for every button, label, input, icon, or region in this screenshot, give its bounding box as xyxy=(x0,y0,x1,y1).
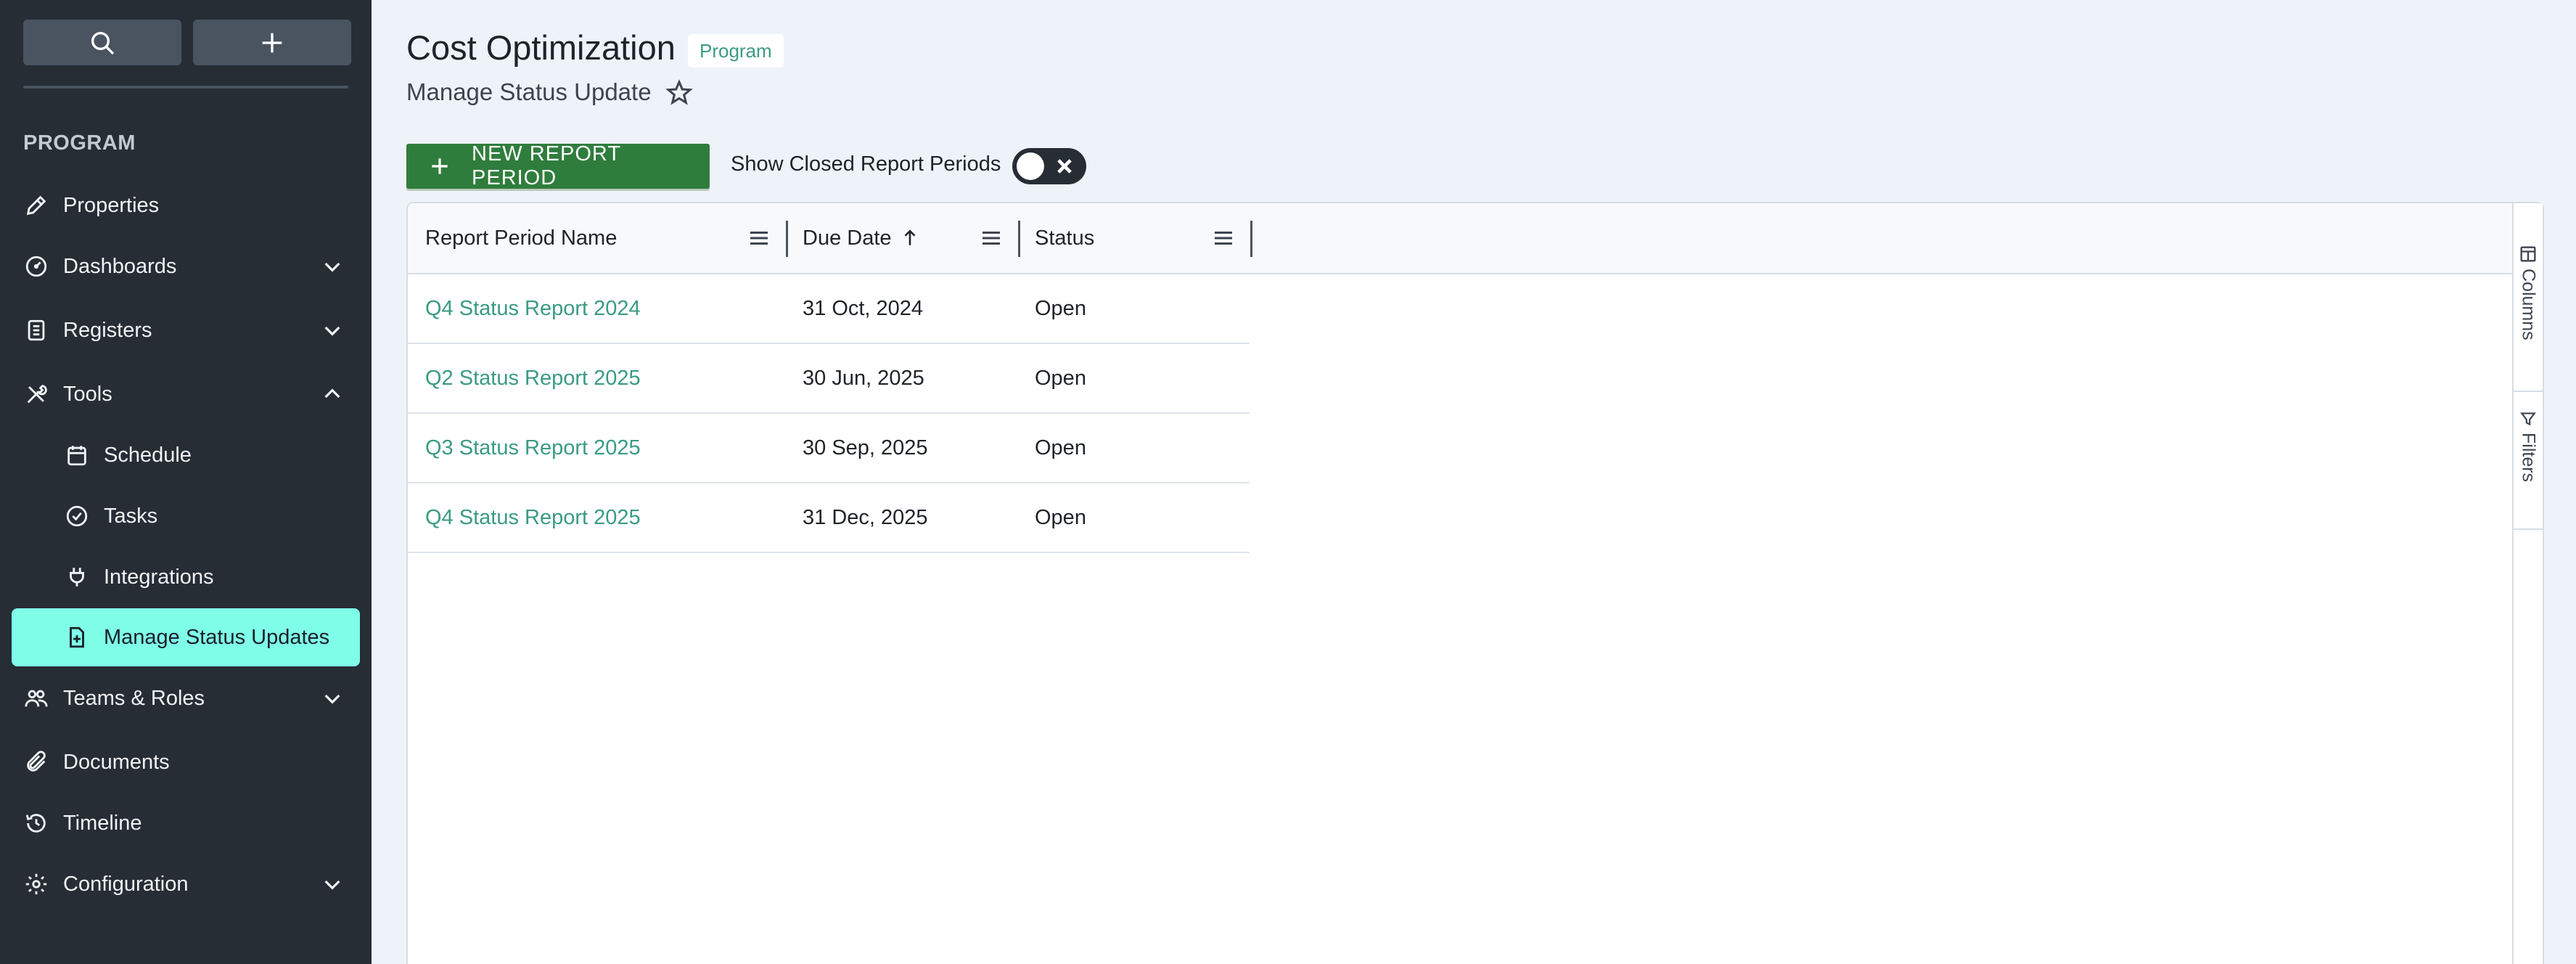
toggle-knob xyxy=(1017,152,1044,180)
pencil-icon xyxy=(23,192,49,218)
team-icon xyxy=(23,685,49,711)
sidebar-item-integrations[interactable]: Integrations xyxy=(12,548,360,606)
program-badge: Program xyxy=(688,34,784,68)
sidebar-item-label: Documents xyxy=(63,750,170,774)
sidebar-item-label: Tasks xyxy=(104,504,158,528)
status-cell: Open xyxy=(1035,505,1086,529)
side-panel-divider xyxy=(2514,528,2543,530)
new-report-period-button[interactable]: NEW REPORT PERIOD xyxy=(406,142,710,189)
report-period-link[interactable]: Q2 Status Report 2025 xyxy=(425,344,641,412)
columns-tab-label: Columns xyxy=(2518,269,2539,340)
column-header-report-period-name[interactable]: Report Period Name xyxy=(425,203,617,273)
filters-tab-label: Filters xyxy=(2518,433,2539,483)
due-date-cell: 30 Sep, 2025 xyxy=(803,436,928,459)
due-date-cell: 30 Jun, 2025 xyxy=(803,366,924,390)
plus-icon xyxy=(262,33,282,52)
column-resize-handle[interactable] xyxy=(786,221,788,257)
report-period-grid: Report Period Name Due Date Status Q4 St… xyxy=(406,202,2544,964)
page-subtitle: Manage Status Update xyxy=(406,78,652,105)
sidebar: PROGRAM Properties Dashboards Registers … xyxy=(0,0,372,964)
search-button[interactable] xyxy=(23,20,181,65)
plus-icon xyxy=(432,158,448,174)
sidebar-item-manage-status-updates[interactable]: Manage Status Updates xyxy=(12,608,360,666)
column-resize-handle[interactable] xyxy=(1250,221,1252,257)
chevron-down-icon[interactable] xyxy=(319,317,345,343)
report-period-link[interactable]: Q4 Status Report 2024 xyxy=(425,274,641,343)
column-menu-icon[interactable] xyxy=(978,225,1004,251)
sidebar-item-label: Integrations xyxy=(104,565,214,589)
close-icon xyxy=(1057,159,1072,173)
dashboard-gauge-icon xyxy=(23,253,49,279)
chevron-down-icon[interactable] xyxy=(319,253,345,279)
table-row[interactable]: Q4 Status Report 2024 31 Oct, 2024 Open xyxy=(408,274,1250,344)
chevron-down-icon[interactable] xyxy=(319,871,345,897)
report-period-link[interactable]: Q4 Status Report 2025 xyxy=(425,483,641,552)
column-header-status[interactable]: Status xyxy=(1035,203,1094,273)
column-header-due-date[interactable]: Due Date xyxy=(803,203,918,273)
new-report-period-label: NEW REPORT PERIOD xyxy=(472,142,621,189)
sidebar-item-label: Manage Status Updates xyxy=(104,625,330,649)
chevron-up-icon[interactable] xyxy=(319,381,345,407)
grid-header: Report Period Name Due Date Status xyxy=(408,203,2514,274)
sidebar-item-label: Teams & Roles xyxy=(63,686,205,710)
sidebar-item-configuration[interactable]: Configuration xyxy=(12,855,360,913)
register-book-icon xyxy=(23,317,49,343)
column-menu-icon[interactable] xyxy=(746,225,772,251)
sidebar-divider xyxy=(23,86,348,89)
filters-tab[interactable]: Filters xyxy=(2514,409,2543,482)
search-icon xyxy=(91,31,115,54)
sort-ascending-icon xyxy=(904,229,915,245)
sidebar-item-teams-roles[interactable]: Teams & Roles xyxy=(12,669,360,727)
sidebar-item-timeline[interactable]: Timeline xyxy=(12,794,360,852)
report-period-link[interactable]: Q3 Status Report 2025 xyxy=(425,414,641,482)
side-panel-divider xyxy=(2514,391,2543,392)
due-date-cell: 31 Oct, 2024 xyxy=(803,296,924,320)
due-date-cell: 31 Dec, 2025 xyxy=(803,505,928,529)
star-icon[interactable] xyxy=(665,78,694,107)
chevron-down-icon[interactable] xyxy=(319,685,345,711)
sidebar-item-label: Schedule xyxy=(104,443,192,467)
paperclip-icon xyxy=(23,749,49,775)
column-menu-icon[interactable] xyxy=(1210,225,1236,251)
sidebar-item-schedule[interactable]: Schedule xyxy=(12,426,360,484)
filter-icon xyxy=(2520,412,2536,426)
status-cell: Open xyxy=(1035,436,1086,459)
show-closed-label: Show Closed Report Periods xyxy=(731,152,1001,176)
sidebar-item-properties[interactable]: Properties xyxy=(12,176,360,234)
columns-tab[interactable]: Columns xyxy=(2514,244,2543,340)
sidebar-item-label: Properties xyxy=(63,193,160,217)
table-row[interactable]: Q3 Status Report 2025 30 Sep, 2025 Open xyxy=(408,414,1250,483)
column-header-label: Due Date xyxy=(803,226,892,250)
sidebar-item-tasks[interactable]: Tasks xyxy=(12,487,360,545)
status-cell: Open xyxy=(1035,296,1086,320)
sidebar-item-registers[interactable]: Registers xyxy=(12,301,360,359)
sidebar-item-label: Dashboards xyxy=(63,254,177,278)
table-row[interactable]: Q2 Status Report 2025 30 Jun, 2025 Open xyxy=(408,344,1250,414)
calendar-icon xyxy=(64,442,90,468)
document-plus-icon xyxy=(64,624,90,650)
columns-icon xyxy=(2520,246,2536,262)
column-resize-handle[interactable] xyxy=(1018,221,1020,257)
sidebar-item-label: Registers xyxy=(63,318,152,342)
sidebar-item-label: Timeline xyxy=(63,811,142,835)
page-title: Cost Optimization xyxy=(406,28,676,67)
plug-icon xyxy=(64,564,90,590)
sidebar-item-label: Tools xyxy=(63,382,112,406)
history-icon xyxy=(23,810,49,836)
grid-side-panel: Columns Filters xyxy=(2512,203,2543,964)
add-button[interactable] xyxy=(193,20,351,65)
sidebar-item-tools[interactable]: Tools xyxy=(12,365,360,423)
show-closed-toggle[interactable] xyxy=(1012,148,1086,184)
check-circle-icon xyxy=(64,503,90,529)
table-row[interactable]: Q4 Status Report 2025 31 Dec, 2025 Open xyxy=(408,483,1250,553)
status-cell: Open xyxy=(1035,366,1086,390)
sidebar-item-dashboards[interactable]: Dashboards xyxy=(12,237,360,295)
sidebar-item-label: Configuration xyxy=(63,872,189,896)
sidebar-item-documents[interactable]: Documents xyxy=(12,733,360,791)
sidebar-section-label: PROGRAM xyxy=(23,131,136,155)
tools-icon xyxy=(23,381,49,407)
gear-icon xyxy=(23,871,49,897)
